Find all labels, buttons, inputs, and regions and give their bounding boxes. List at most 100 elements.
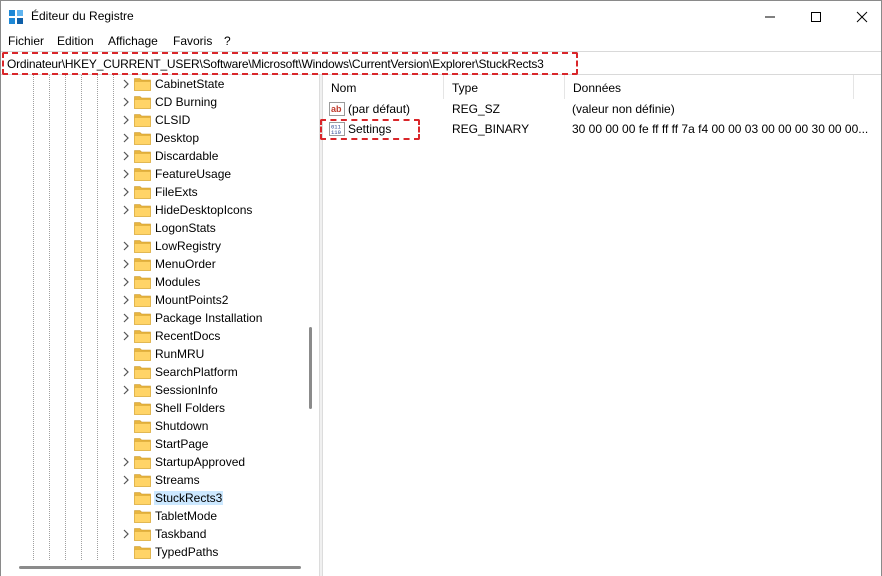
address-bar[interactable]: Ordinateur\HKEY_CURRENT_USER\Software\Mi… (1, 51, 881, 75)
tree-item[interactable]: MenuOrder (121, 255, 311, 273)
tree-guide-line (97, 75, 98, 560)
value-data: (valeur non définie) (572, 102, 675, 116)
tree-item[interactable]: StartupApproved (121, 453, 311, 471)
tree-item[interactable]: Shell Folders (121, 399, 311, 417)
tree-item-label: HideDesktopIcons (155, 203, 253, 217)
tree-item[interactable]: MountPoints2 (121, 291, 311, 309)
folder-icon (134, 402, 151, 415)
tree-item[interactable]: Package Installation (121, 309, 311, 327)
chevron-right-icon[interactable] (121, 114, 131, 126)
value-row-settings[interactable]: 011 110 Settings REG_BINARY 30 00 00 00 … (320, 119, 881, 140)
chevron-right-icon[interactable] (121, 456, 131, 468)
chevron-right-icon[interactable] (121, 294, 131, 306)
menu-affichage[interactable]: Affichage (108, 34, 158, 48)
folder-icon (134, 150, 151, 163)
menu-help[interactable]: ? (224, 34, 231, 48)
tree-vertical-scrollbar[interactable] (309, 327, 312, 409)
chevron-right-icon[interactable] (121, 96, 131, 108)
chevron-right-icon[interactable] (121, 240, 131, 252)
menu-fichier[interactable]: Fichier (8, 34, 44, 48)
tree-item[interactable]: SearchPlatform (121, 363, 311, 381)
folder-icon (134, 258, 151, 271)
chevron-right-icon[interactable] (121, 528, 131, 540)
tree-item[interactable]: Desktop (121, 129, 311, 147)
tree-item[interactable]: TypedPaths (121, 543, 311, 561)
folder-icon (134, 528, 151, 541)
tree-item[interactable]: CabinetState (121, 75, 311, 93)
tree-item[interactable]: Shutdown (121, 417, 311, 435)
tree-guide-line (33, 75, 34, 560)
tree-item[interactable]: RunMRU (121, 345, 311, 363)
tree-item[interactable]: CD Burning (121, 93, 311, 111)
chevron-right-icon[interactable] (121, 384, 131, 396)
chevron-right-icon[interactable] (121, 366, 131, 378)
tree-item[interactable]: LogonStats (121, 219, 311, 237)
folder-icon (134, 438, 151, 451)
tree-item[interactable]: TabletMode (121, 507, 311, 525)
tree-item[interactable]: Discardable (121, 147, 311, 165)
tree-item-label: CabinetState (155, 77, 225, 91)
tree-item[interactable]: FileExts (121, 183, 311, 201)
tree-item-label: Shutdown (155, 419, 209, 433)
menu-edition[interactable]: Edition (57, 34, 94, 48)
tree-item[interactable]: RecentDocs (121, 327, 311, 345)
column-separator[interactable] (853, 75, 854, 99)
chevron-right-icon[interactable] (121, 132, 131, 144)
tree-item[interactable]: FeatureUsage (121, 165, 311, 183)
tree-item[interactable]: Streams (121, 471, 311, 489)
tree-item-label: Desktop (155, 131, 200, 145)
tree-item[interactable]: Taskband (121, 525, 311, 543)
column-data-label: Données (573, 81, 622, 95)
chevron-right-icon[interactable] (121, 150, 131, 162)
folder-icon (134, 78, 151, 91)
maximize-button[interactable] (793, 1, 839, 32)
tree-item[interactable]: SessionInfo (121, 381, 311, 399)
column-header-type[interactable]: Type (444, 75, 564, 99)
chevron-right-icon[interactable] (121, 330, 131, 342)
tree-guide-line (65, 75, 66, 560)
tree-item-label: TypedPaths (155, 545, 219, 559)
folder-icon (134, 276, 151, 289)
close-button[interactable] (839, 1, 882, 32)
value-type: REG_SZ (452, 102, 501, 116)
folder-icon (134, 96, 151, 109)
folder-icon (134, 510, 151, 523)
tree-item[interactable]: CLSID (121, 111, 311, 129)
chevron-right-icon[interactable] (121, 168, 131, 180)
tree-item-label: FileExts (155, 185, 198, 199)
tree-item[interactable]: StuckRects3 (121, 489, 311, 507)
tree-item[interactable]: StartPage (121, 435, 311, 453)
tree-item[interactable]: Modules (121, 273, 311, 291)
tree-item-label: MountPoints2 (155, 293, 229, 307)
tree-item-label: RunMRU (155, 347, 205, 361)
address-highlight-box (2, 52, 578, 75)
chevron-right-icon[interactable] (121, 78, 131, 90)
chevron-right-icon[interactable] (121, 312, 131, 324)
menu-bar: Fichier Edition Affichage Favoris ? (1, 32, 881, 51)
menu-favoris[interactable]: Favoris (173, 34, 212, 48)
minimize-button[interactable] (747, 1, 793, 32)
tree-item[interactable]: LowRegistry (121, 237, 311, 255)
tree-guide-line (113, 75, 114, 560)
chevron-right-icon[interactable] (121, 204, 131, 216)
tree-horizontal-scrollbar[interactable] (19, 566, 301, 569)
column-type-label: Type (452, 81, 479, 95)
tree-item-label: Discardable (155, 149, 219, 163)
key-tree-pane[interactable]: CabinetState CD Burning CLSID Desktop Discar… (1, 75, 319, 576)
value-name: (par défaut) (348, 102, 411, 116)
value-row-default[interactable]: ab (par défaut) REG_SZ (valeur non défin… (323, 99, 881, 119)
chevron-right-icon[interactable] (121, 258, 131, 270)
chevron-right-icon[interactable] (121, 276, 131, 288)
values-list-pane[interactable]: Nom Type Données ab (par défaut) REG_SZ … (320, 75, 881, 576)
folder-icon (134, 492, 151, 505)
chevron-right-icon[interactable] (121, 474, 131, 486)
tree-item-label: Shell Folders (155, 401, 226, 415)
chevron-right-icon[interactable] (121, 186, 131, 198)
tree-item-label: SessionInfo (155, 383, 218, 397)
tree-item[interactable]: HideDesktopIcons (121, 201, 311, 219)
column-header-data[interactable]: Données (565, 75, 853, 99)
column-header-name[interactable]: Nom (323, 75, 443, 99)
title-bar: Éditeur du Registre (1, 1, 881, 32)
tree-item-label: Modules (155, 275, 201, 289)
folder-icon (134, 114, 151, 127)
